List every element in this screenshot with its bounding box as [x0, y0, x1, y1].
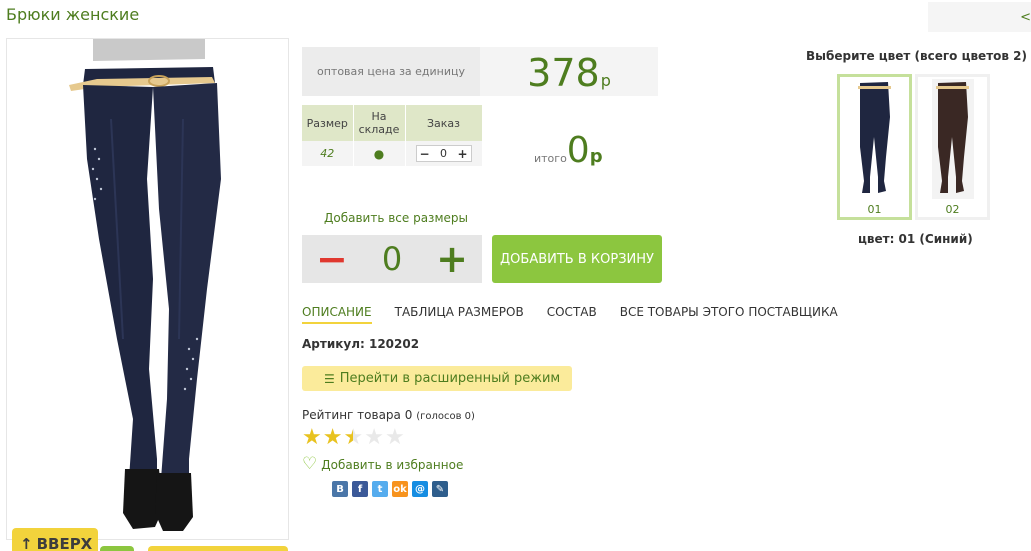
social-share-bar: Bf t ok @ ✎: [332, 481, 452, 497]
in-stock-dot-icon: ●: [373, 146, 385, 161]
size-table-header: Размер На складе Заказ: [302, 105, 483, 141]
total-label: итого: [534, 152, 567, 165]
vkontakte-icon[interactable]: B: [332, 481, 348, 497]
star-icon[interactable]: ★: [323, 427, 343, 449]
size-value: 42: [320, 147, 335, 160]
bottom-green-button[interactable]: [100, 546, 134, 551]
price-currency: р: [600, 71, 611, 90]
nav-back-box[interactable]: <: [928, 2, 1031, 32]
mailru-icon[interactable]: @: [412, 481, 428, 497]
add-to-favorites-link[interactable]: ♡ Добавить в избранное: [302, 456, 463, 473]
bottom-yellow-button[interactable]: [148, 546, 288, 551]
big-quantity-value[interactable]: 0: [382, 240, 402, 278]
color-swatch-01[interactable]: 01: [837, 74, 912, 220]
star-icon[interactable]: ★: [302, 427, 322, 449]
order-cell: − 0 +: [405, 141, 483, 166]
chevron-left-icon[interactable]: <: [1020, 10, 1031, 25]
price-value: 378: [527, 51, 600, 95]
color-swatch-02[interactable]: 02: [915, 74, 990, 220]
favorites-label: Добавить в избранное: [321, 457, 464, 472]
header-stock: На складе: [353, 105, 406, 141]
rating-text: Рейтинг товара 0 (голосов 0): [302, 408, 475, 422]
stock-cell: ●: [353, 141, 406, 166]
decrement-button[interactable]: −: [420, 147, 430, 161]
size-cell: 42: [302, 141, 354, 166]
article-number: Артикул: 120202: [302, 337, 420, 351]
add-all-sizes-link[interactable]: Добавить все размеры: [324, 211, 468, 225]
table-row: 42 ● − 0 +: [302, 141, 483, 166]
header-order: Заказ: [405, 105, 483, 141]
rating-label: Рейтинг товара 0: [302, 408, 413, 422]
swatch-photo: [858, 82, 891, 193]
add-to-cart-button[interactable]: ДОБАВИТЬ В КОРЗИНУ: [492, 235, 662, 283]
big-increment-button[interactable]: +: [436, 240, 468, 278]
scroll-up-button[interactable]: ↑ ВВЕРХ: [12, 528, 98, 551]
product-photo: [7, 39, 288, 539]
page-title: Брюки женские: [6, 5, 140, 24]
arrow-up-icon: ↑: [20, 535, 33, 551]
header-size: Размер: [302, 105, 354, 141]
color-chooser-title: Выберите цвет (всего цветов 2): [806, 49, 1027, 63]
quantity-stepper: − 0 +: [415, 145, 472, 162]
heart-icon: ♡: [302, 454, 318, 474]
wholesale-price-label: оптовая цена за единицу: [302, 47, 480, 96]
total-currency: р: [589, 146, 603, 167]
twitter-icon[interactable]: t: [372, 481, 388, 497]
all-sizes-stepper: − 0 +: [302, 235, 482, 283]
big-decrement-button[interactable]: −: [316, 240, 348, 278]
list-icon: ☰: [324, 371, 335, 386]
swatch-number: 01: [867, 203, 882, 216]
rating-stars[interactable]: ★ ★ ★ ★ ★: [302, 427, 406, 449]
livejournal-icon[interactable]: ✎: [432, 481, 448, 497]
wholesale-price: 378 р: [480, 47, 658, 96]
scroll-up-label: ВВЕРХ: [36, 535, 93, 551]
product-tabs: ОПИСАНИЕ ТАБЛИЦА РАЗМЕРОВ СОСТАВ ВСЕ ТОВ…: [302, 305, 861, 324]
star-icon[interactable]: ★: [343, 427, 363, 449]
star-icon[interactable]: ★: [364, 427, 384, 449]
quantity-value[interactable]: 0: [440, 147, 447, 160]
odnoklassniki-icon[interactable]: ok: [392, 481, 408, 497]
swatch-photo: [932, 79, 974, 199]
facebook-icon[interactable]: f: [352, 481, 368, 497]
star-icon[interactable]: ★: [385, 427, 405, 449]
advanced-mode-label: Перейти в расширенный режим: [339, 371, 561, 386]
size-table: Размер На складе Заказ 42 ● − 0 +: [302, 105, 483, 166]
swatch-number: 02: [945, 203, 960, 216]
total-value: 0: [566, 130, 590, 171]
product-main-image[interactable]: [6, 38, 289, 540]
rating-votes: (голосов 0): [416, 411, 475, 422]
increment-button[interactable]: +: [457, 147, 467, 161]
tab-composition[interactable]: СОСТАВ: [547, 305, 597, 324]
advanced-mode-button[interactable]: ☰ Перейти в расширенный режим: [302, 366, 572, 391]
selected-color-label: цвет: 01 (Синий): [858, 232, 973, 246]
tab-description[interactable]: ОПИСАНИЕ: [302, 305, 372, 324]
order-total: итого 0 р: [534, 130, 603, 171]
tab-size-chart[interactable]: ТАБЛИЦА РАЗМЕРОВ: [395, 305, 524, 324]
tab-supplier-products[interactable]: ВСЕ ТОВАРЫ ЭТОГО ПОСТАВЩИКА: [620, 305, 838, 324]
